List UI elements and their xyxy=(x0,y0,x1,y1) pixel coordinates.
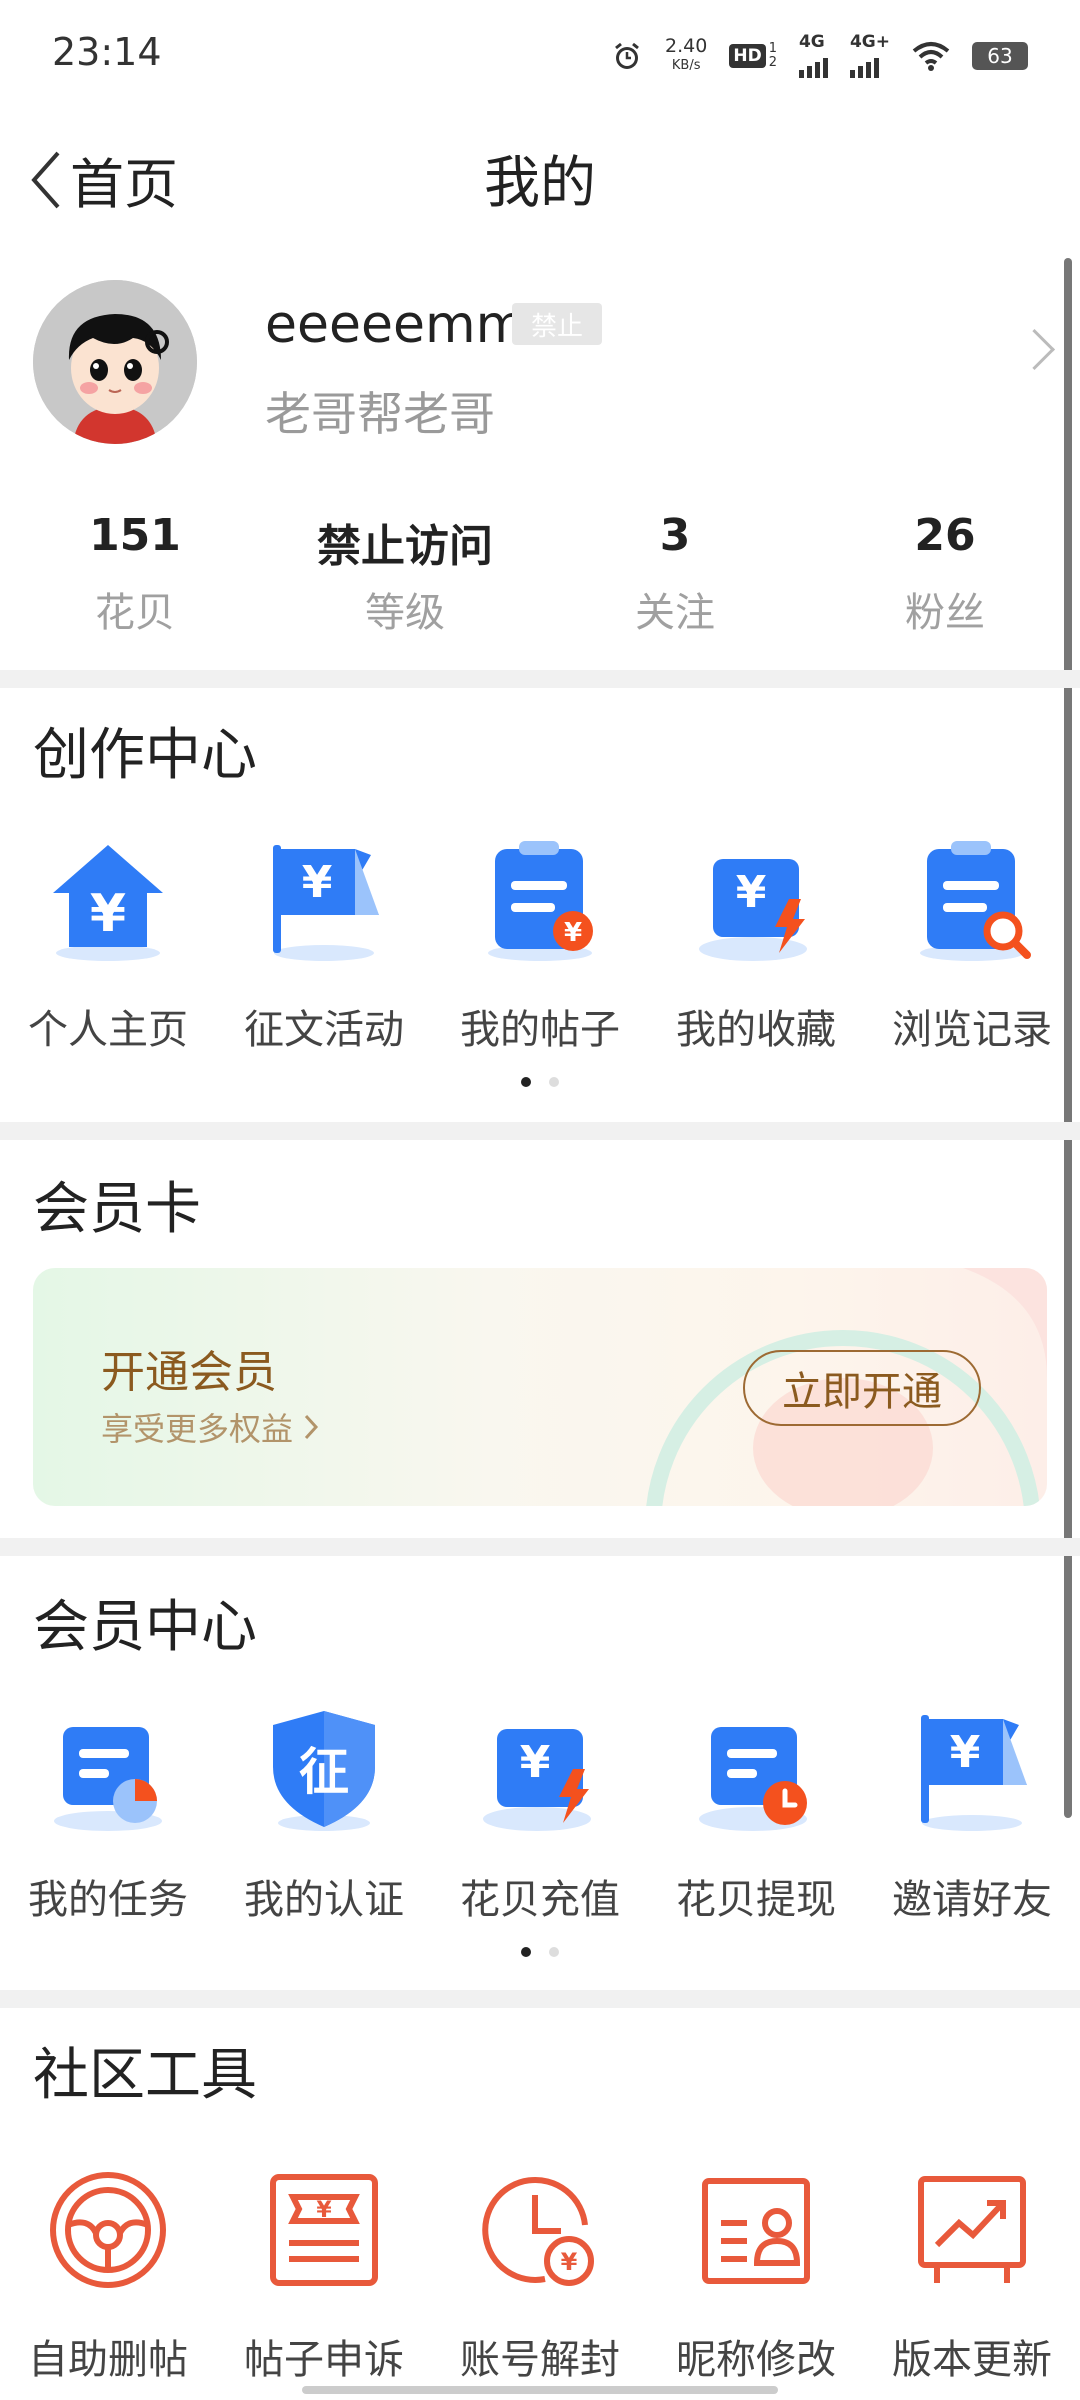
certification-shield-icon: 征 xyxy=(273,1711,375,1831)
grid-item-homepage[interactable]: ¥ 个人主页 xyxy=(0,835,216,1055)
carousel-dots xyxy=(0,1077,1080,1087)
username[interactable]: eeeeemm xyxy=(265,295,526,355)
collection-yen-icon: ¥ xyxy=(699,859,807,961)
grid-item-withdraw[interactable]: 花贝提现 xyxy=(648,1705,864,1925)
history-search-icon xyxy=(920,841,1031,961)
grid-item-history[interactable]: 浏览记录 xyxy=(864,835,1080,1055)
stat-following[interactable]: 3 关注 xyxy=(540,510,810,638)
chevron-right-icon[interactable] xyxy=(1013,328,1056,371)
alarm-icon xyxy=(615,42,639,69)
grid-item-essay-event[interactable]: ¥ 征文活动 xyxy=(216,835,432,1055)
nav-bar: 首页 我的 xyxy=(0,100,1080,245)
stat-level[interactable]: 禁止访问 等级 xyxy=(270,510,540,638)
svg-text:¥: ¥ xyxy=(561,2248,578,2276)
nickname-card-icon xyxy=(702,2178,810,2284)
status-time: 23:14 xyxy=(52,30,162,74)
home-indicator[interactable] xyxy=(302,2386,778,2394)
signal-icon: 4G xyxy=(798,34,828,78)
flag-yen-icon: ¥ xyxy=(273,845,379,961)
wifi-icon xyxy=(912,42,950,71)
creation-grid: ¥ 个人主页 ¥ 征文活动 ¥ 我的帖子 ¥ 我的收藏 浏览记录 xyxy=(0,835,1080,1055)
svg-text:¥: ¥ xyxy=(316,2198,332,2223)
status-icons: 2.40 KB/s HD 12 4G 4G+ 63 xyxy=(611,34,1028,78)
unlock-clock-icon: ¥ xyxy=(482,2177,594,2286)
profile-stats: 151 花贝 禁止访问 等级 3 关注 26 粉丝 xyxy=(0,510,1080,638)
svg-text:¥: ¥ xyxy=(564,918,582,948)
post-clipboard-icon: ¥ xyxy=(488,841,593,961)
section-title-creation: 创作中心 xyxy=(33,723,257,788)
appeal-ticket-icon: ¥ xyxy=(270,2174,378,2286)
avatar[interactable] xyxy=(33,280,197,444)
status-bar: 23:14 2.40 KB/s HD 12 4G 4G+ 63 xyxy=(0,0,1080,100)
steering-wheel-icon xyxy=(50,2172,166,2288)
section-divider xyxy=(0,1538,1080,1556)
withdraw-clock-icon xyxy=(699,1727,807,1831)
svg-text:征: 征 xyxy=(299,1743,349,1801)
section-divider xyxy=(0,1122,1080,1140)
grid-item-my-collection[interactable]: ¥ 我的收藏 xyxy=(648,835,864,1055)
section-divider xyxy=(0,670,1080,688)
svg-text:¥: ¥ xyxy=(520,1737,551,1788)
net-speed: 2.40 KB/s xyxy=(665,35,708,73)
grid-item-account-unblock[interactable]: ¥ 账号解封 xyxy=(432,2165,648,2385)
user-signature: 老哥帮老哥 xyxy=(265,387,495,441)
stat-fans[interactable]: 26 粉丝 xyxy=(810,510,1080,638)
carousel-dots xyxy=(0,1947,1080,1957)
section-title-member-center: 会员中心 xyxy=(33,1595,257,1660)
grid-item-invite-friends[interactable]: ¥ 邀请好友 xyxy=(864,1705,1080,1925)
section-title-community-tools: 社区工具 xyxy=(33,2043,257,2108)
grid-item-delete-post[interactable]: 自助删帖 xyxy=(0,2165,216,2385)
svg-text:¥: ¥ xyxy=(302,857,333,908)
card-subtitle[interactable]: 享受更多权益 xyxy=(101,1404,319,1450)
home-yen-icon: ¥ xyxy=(53,845,163,961)
open-membership-button[interactable]: 立即开通 xyxy=(743,1350,981,1426)
grid-item-post-appeal[interactable]: ¥ 帖子申诉 xyxy=(216,2165,432,2385)
stat-points[interactable]: 151 花贝 xyxy=(0,510,270,638)
grid-item-recharge[interactable]: ¥ 花贝充值 xyxy=(432,1705,648,1925)
grid-item-nickname-change[interactable]: 昵称修改 xyxy=(648,2165,864,2385)
section-divider xyxy=(0,1990,1080,2008)
hd-icon: HD 12 xyxy=(729,42,777,70)
grid-item-my-certification[interactable]: 征 我的认证 xyxy=(216,1705,432,1925)
battery-icon: 63 xyxy=(972,42,1028,70)
page-title: 我的 xyxy=(484,151,596,216)
update-chart-icon xyxy=(918,2176,1026,2283)
member-card[interactable]: 开通会员 享受更多权益 立即开通 xyxy=(33,1268,1047,1506)
svg-text:¥: ¥ xyxy=(950,1727,981,1778)
task-icon xyxy=(54,1727,162,1831)
signal-icon: 4G+ xyxy=(849,34,890,78)
card-title: 开通会员 xyxy=(101,1347,277,1398)
invite-flag-icon: ¥ xyxy=(921,1715,1027,1831)
svg-text:¥: ¥ xyxy=(90,884,126,944)
recharge-yen-icon: ¥ xyxy=(483,1729,591,1831)
status-badge: 禁止 xyxy=(512,303,602,345)
grid-item-version-update[interactable]: 版本更新 xyxy=(864,2165,1080,2385)
grid-item-my-tasks[interactable]: 我的任务 xyxy=(0,1705,216,1925)
tools-grid: 自助删帖 ¥ 帖子申诉 ¥ 账号解封 昵称修改 版本更新 xyxy=(0,2165,1080,2385)
section-title-member-card: 会员卡 xyxy=(33,1177,201,1242)
svg-text:¥: ¥ xyxy=(736,867,767,918)
chevron-right-icon xyxy=(304,1414,319,1440)
grid-item-my-posts[interactable]: ¥ 我的帖子 xyxy=(432,835,648,1055)
member-grid: 我的任务 征 我的认证 ¥ 花贝充值 花贝提现 ¥ 邀请好友 xyxy=(0,1705,1080,1925)
